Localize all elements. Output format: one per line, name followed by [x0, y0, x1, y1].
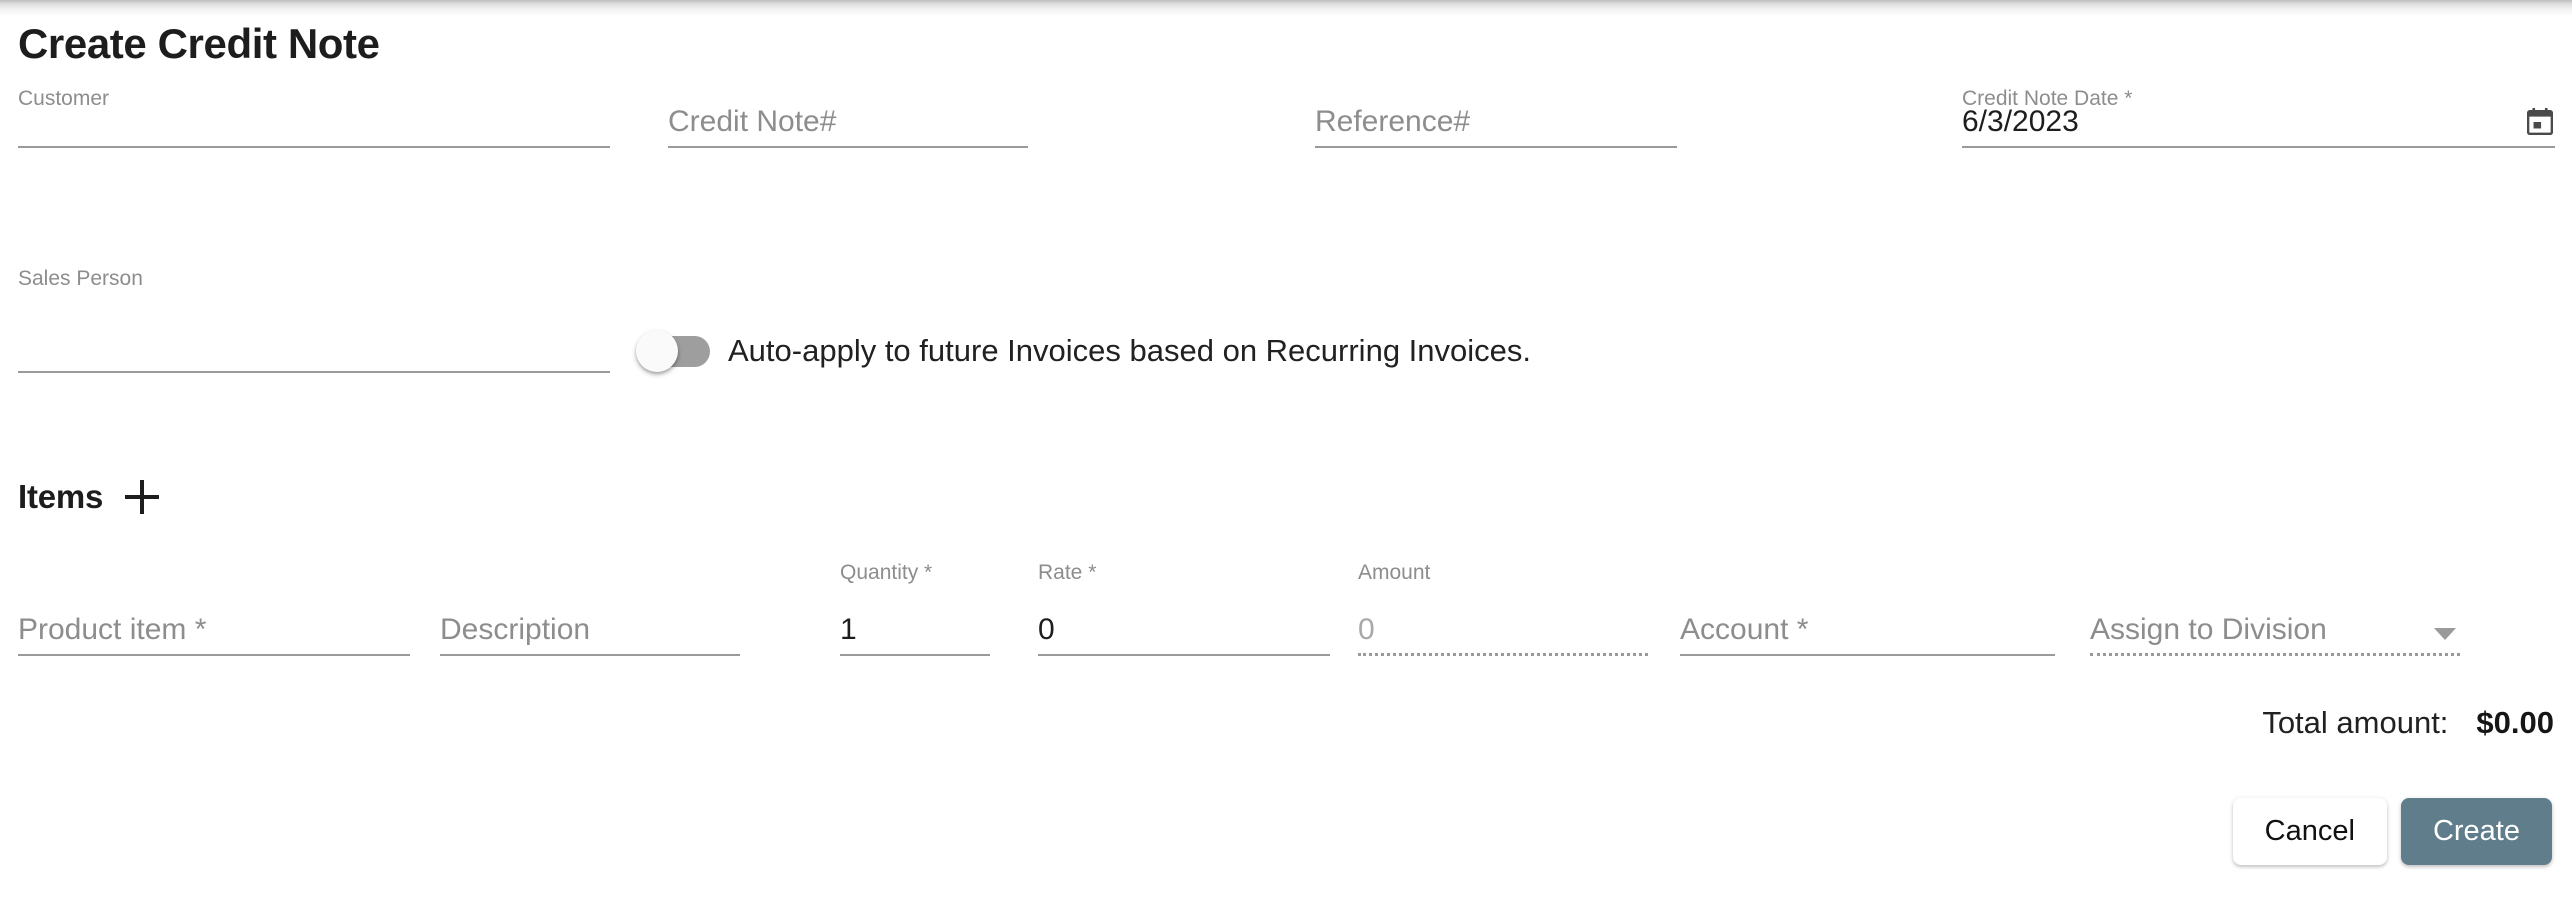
- page-title: Create Credit Note: [18, 20, 380, 67]
- product-item-placeholder: Product item *: [18, 613, 207, 646]
- auto-apply-row: Auto-apply to future Invoices based on R…: [636, 330, 1531, 372]
- account-field[interactable]: Account *: [1680, 570, 2055, 656]
- credit-note-number-placeholder: Credit Note#: [668, 105, 837, 138]
- credit-note-date-value: 6/3/2023: [1962, 105, 2079, 138]
- items-header: Items: [18, 478, 160, 516]
- product-item-field[interactable]: Product item *: [18, 570, 410, 656]
- reference-number-underline: [1315, 146, 1677, 148]
- total-amount-row: Total amount: $0.00: [2262, 705, 2554, 741]
- credit-note-number-field[interactable]: Credit Note#: [668, 88, 1028, 148]
- credit-note-date-field[interactable]: Credit Note Date * 6/3/2023: [1962, 88, 2555, 148]
- auto-apply-toggle[interactable]: [636, 330, 712, 372]
- description-field[interactable]: Description: [440, 570, 740, 656]
- chevron-down-icon[interactable]: [2434, 628, 2456, 640]
- assign-to-division-field[interactable]: Assign to Division: [2090, 570, 2460, 656]
- rate-value: 0: [1038, 613, 1055, 646]
- rate-label: Rate *: [1038, 561, 1097, 584]
- credit-note-date-underline: [1962, 146, 2555, 148]
- quantity-label: Quantity *: [840, 561, 933, 584]
- credit-note-number-underline: [668, 146, 1028, 148]
- calendar-icon[interactable]: [2526, 108, 2554, 136]
- cancel-button[interactable]: Cancel: [2232, 798, 2387, 865]
- total-amount-label: Total amount:: [2262, 705, 2449, 740]
- sales-person-field[interactable]: Sales Person: [18, 268, 610, 373]
- customer-label: Customer: [18, 87, 110, 110]
- account-placeholder: Account *: [1680, 613, 1809, 646]
- quantity-value: 1: [840, 613, 857, 646]
- toggle-knob: [636, 330, 678, 372]
- reference-number-placeholder: Reference#: [1315, 105, 1471, 138]
- assign-to-division-placeholder: Assign to Division: [2090, 613, 2327, 646]
- rate-underline: [1038, 654, 1330, 656]
- create-button[interactable]: Create: [2400, 798, 2552, 865]
- plus-vertical-bar: [140, 480, 145, 514]
- account-underline: [1680, 654, 2055, 656]
- amount-field: Amount 0: [1358, 562, 1648, 656]
- amount-underline: [1358, 653, 1648, 656]
- sales-person-label: Sales Person: [18, 267, 143, 290]
- items-title: Items: [18, 478, 104, 515]
- quantity-underline: [840, 654, 990, 656]
- sales-person-underline: [18, 371, 610, 373]
- amount-label: Amount: [1358, 561, 1431, 584]
- reference-number-field[interactable]: Reference#: [1315, 88, 1677, 148]
- customer-underline: [18, 146, 610, 148]
- rate-field[interactable]: Rate * 0: [1038, 562, 1330, 656]
- customer-field[interactable]: Customer: [18, 88, 610, 148]
- total-amount-value: $0.00: [2476, 705, 2554, 740]
- quantity-field[interactable]: Quantity * 1: [840, 562, 990, 656]
- amount-value: 0: [1358, 613, 1375, 646]
- description-placeholder: Description: [440, 613, 591, 646]
- plus-icon[interactable]: [125, 480, 160, 514]
- description-underline: [440, 654, 740, 656]
- create-credit-note-dialog: Create Credit Note Customer Credit Note#…: [0, 0, 2572, 910]
- assign-to-division-underline: [2090, 653, 2460, 656]
- dialog-actions: Cancel Create: [2232, 798, 2552, 865]
- auto-apply-label: Auto-apply to future Invoices based on R…: [728, 333, 1532, 368]
- product-item-underline: [18, 654, 410, 656]
